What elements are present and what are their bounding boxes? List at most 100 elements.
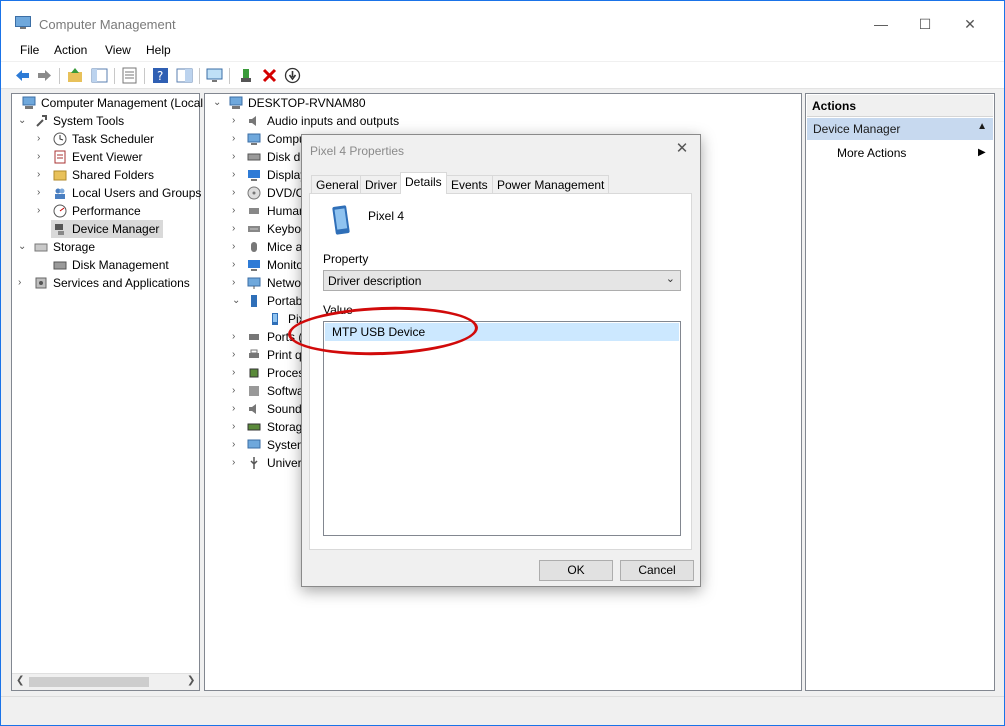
device-category-label: Netwo bbox=[267, 276, 302, 290]
chevron-right-icon[interactable]: › bbox=[37, 184, 40, 202]
sound-icon bbox=[249, 404, 256, 414]
chevron-right-icon[interactable]: › bbox=[232, 184, 235, 202]
chevron-right-icon[interactable]: › bbox=[18, 274, 21, 292]
property-selected-value: Driver description bbox=[328, 274, 422, 288]
scrollbar-thumb[interactable] bbox=[29, 677, 149, 687]
software-icon bbox=[249, 386, 259, 396]
help-icon[interactable]: ? bbox=[152, 67, 169, 84]
chevron-right-icon[interactable]: › bbox=[232, 418, 235, 436]
chevron-right-icon[interactable]: › bbox=[232, 346, 235, 364]
menu-view[interactable]: View bbox=[105, 43, 131, 57]
up-folder-icon[interactable] bbox=[67, 67, 84, 84]
collapse-up-icon[interactable]: ▲ bbox=[977, 121, 987, 132]
tree-item-local-users-and-groups[interactable]: › Local Users and Groups bbox=[12, 184, 201, 202]
chevron-right-icon[interactable]: › bbox=[232, 202, 235, 220]
hid-icon bbox=[249, 208, 259, 214]
properties-icon[interactable] bbox=[121, 67, 138, 84]
chevron-down-icon[interactable]: ⌄ bbox=[666, 272, 675, 285]
device-category-label: Proces bbox=[267, 366, 305, 380]
processor-icon bbox=[249, 368, 259, 378]
dialog-close-button[interactable]: ✕ bbox=[672, 139, 692, 159]
back-arrow-icon[interactable] bbox=[14, 67, 31, 84]
chevron-right-icon[interactable]: › bbox=[37, 130, 40, 148]
device-category-audio-inputs-and-outputs[interactable]: › Audio inputs and outputs bbox=[205, 112, 505, 130]
disable-device-icon[interactable] bbox=[284, 67, 301, 84]
chevron-right-icon[interactable]: › bbox=[232, 382, 235, 400]
tab-power-management[interactable]: Power Management bbox=[492, 175, 610, 193]
tree-item-label: Event Viewer bbox=[72, 150, 143, 164]
chevron-down-icon[interactable]: ⌄ bbox=[232, 292, 240, 310]
ok-button[interactable]: OK bbox=[539, 560, 613, 581]
actions-section-device-manager[interactable]: Device Manager ▲ bbox=[807, 118, 993, 140]
services-icon bbox=[35, 277, 47, 289]
chevron-right-icon[interactable]: › bbox=[232, 364, 235, 382]
device-category-label: DVD/C bbox=[267, 186, 305, 200]
portable-device-icon bbox=[251, 295, 257, 307]
scroll-left-icon[interactable]: ❮ bbox=[16, 675, 24, 686]
disk-icon bbox=[53, 261, 67, 270]
menu-file[interactable]: File bbox=[20, 43, 39, 57]
device-category-label: Print q bbox=[267, 348, 302, 362]
tree-item-shared-folders[interactable]: › Shared Folders bbox=[12, 166, 199, 184]
chevron-right-icon[interactable]: › bbox=[232, 274, 235, 292]
forward-arrow-icon[interactable] bbox=[36, 67, 53, 84]
chevron-down-icon[interactable]: ⌄ bbox=[18, 238, 26, 256]
horizontal-scrollbar[interactable]: ❮ ❯ bbox=[12, 673, 199, 690]
menu-action[interactable]: Action bbox=[54, 43, 87, 57]
view-icon[interactable] bbox=[176, 67, 193, 84]
device-category-label: Audio inputs and outputs bbox=[267, 114, 400, 128]
tree-item-services-and-applications[interactable]: › Services and Applications bbox=[12, 274, 199, 292]
status-bar bbox=[1, 696, 1004, 725]
chevron-right-icon[interactable]: › bbox=[232, 220, 235, 238]
tree-item-task-scheduler[interactable]: › Task Scheduler bbox=[12, 130, 199, 148]
usb-icon bbox=[250, 457, 258, 469]
minimize-button[interactable]: — bbox=[858, 13, 904, 37]
tree-item-event-viewer[interactable]: › Event Viewer bbox=[12, 148, 199, 166]
tab-events[interactable]: Events bbox=[446, 175, 493, 193]
printer-icon bbox=[249, 349, 259, 358]
chevron-right-icon[interactable]: › bbox=[37, 166, 40, 184]
tree-item-disk-management[interactable]: Disk Management bbox=[12, 256, 199, 274]
property-dropdown[interactable]: Driver description ⌄ bbox=[323, 270, 681, 291]
chevron-right-icon[interactable]: › bbox=[232, 112, 235, 130]
maximize-button[interactable]: ☐ bbox=[902, 13, 948, 37]
scroll-right-icon[interactable]: ❯ bbox=[187, 675, 195, 686]
network-icon bbox=[247, 277, 261, 289]
chevron-right-icon[interactable]: › bbox=[232, 328, 235, 346]
close-window-button[interactable]: ✕ bbox=[947, 13, 993, 37]
tree-item-label: Shared Folders bbox=[72, 168, 155, 182]
chevron-right-icon[interactable]: › bbox=[232, 454, 235, 472]
tree-item-label: Performance bbox=[72, 204, 141, 218]
computer-name: DESKTOP-RVNAM80 bbox=[248, 96, 366, 110]
chevron-right-icon[interactable]: › bbox=[232, 238, 235, 256]
chevron-right-icon[interactable]: › bbox=[232, 256, 235, 274]
more-actions-item[interactable]: More Actions bbox=[837, 146, 906, 160]
device-category-label: Portab bbox=[267, 294, 303, 308]
chevron-right-icon[interactable]: › bbox=[232, 148, 235, 166]
chevron-right-icon[interactable]: › bbox=[232, 130, 235, 148]
dvd-icon bbox=[247, 186, 261, 200]
menu-help[interactable]: Help bbox=[146, 43, 171, 57]
chevron-down-icon[interactable]: ⌄ bbox=[213, 94, 221, 112]
update-driver-icon[interactable] bbox=[238, 67, 255, 84]
scan-hardware-icon[interactable] bbox=[206, 67, 223, 84]
chevron-right-icon[interactable]: › bbox=[37, 202, 40, 220]
show-hide-tree-icon[interactable] bbox=[91, 67, 108, 84]
tree-item-device-manager[interactable]: Device Manager bbox=[12, 220, 199, 238]
tab-driver[interactable]: Driver bbox=[360, 175, 402, 193]
tree-item-system-tools[interactable]: ⌄ System Tools bbox=[12, 112, 199, 130]
tree-item-computer-management-local[interactable]: Computer Management (Local bbox=[12, 94, 203, 112]
tree-item-storage[interactable]: ⌄ Storage bbox=[12, 238, 199, 256]
computer-management-icon bbox=[15, 16, 31, 29]
tree-item-performance[interactable]: › Performance bbox=[12, 202, 199, 220]
submenu-arrow-icon[interactable]: ▶ bbox=[978, 147, 986, 158]
uninstall-device-icon[interactable] bbox=[261, 67, 278, 84]
cancel-button[interactable]: Cancel bbox=[620, 560, 694, 581]
chevron-down-icon[interactable]: ⌄ bbox=[18, 112, 26, 130]
chevron-right-icon[interactable]: › bbox=[232, 400, 235, 418]
chevron-right-icon[interactable]: › bbox=[37, 148, 40, 166]
chevron-right-icon[interactable]: › bbox=[232, 166, 235, 184]
tab-details[interactable]: Details bbox=[400, 172, 447, 194]
tab-general[interactable]: General bbox=[311, 175, 364, 193]
chevron-right-icon[interactable]: › bbox=[232, 436, 235, 454]
